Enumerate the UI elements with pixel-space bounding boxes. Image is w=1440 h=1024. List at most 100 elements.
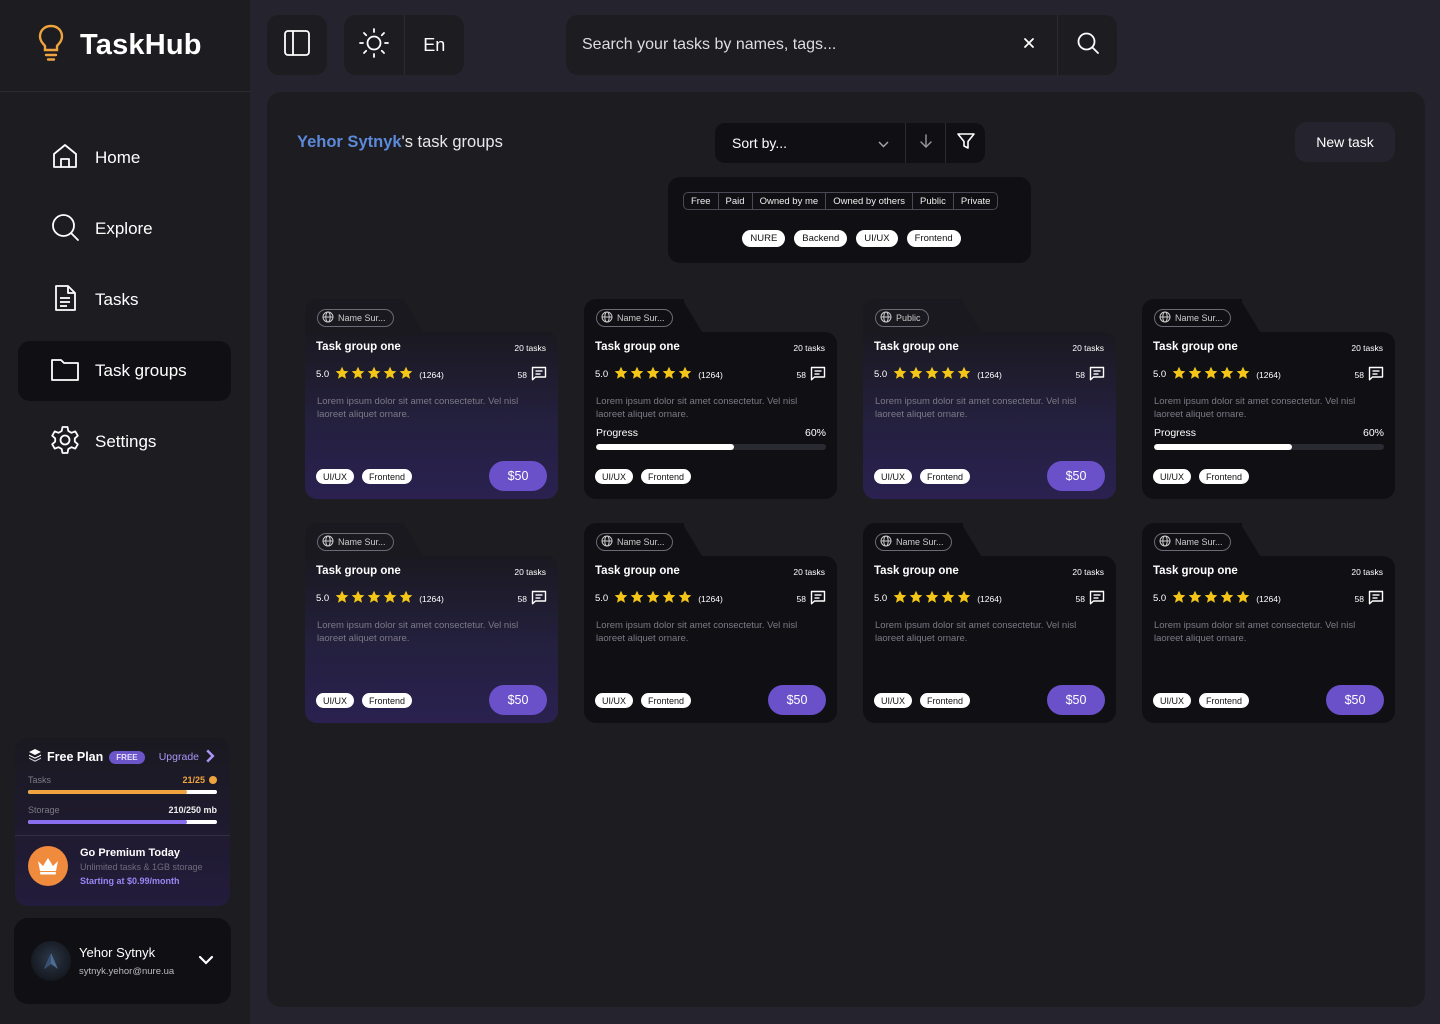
review-count: (1264): [977, 593, 1002, 604]
card-tags: UI/UX Frontend: [874, 693, 971, 708]
filter-segment-paid[interactable]: Paid: [719, 193, 753, 209]
tag[interactable]: UI/UX: [874, 693, 913, 708]
card-tab-slope: [674, 299, 704, 335]
chat-icon: [810, 366, 826, 383]
review-count: (1264): [1256, 369, 1281, 380]
tag[interactable]: UI/UX: [874, 469, 913, 484]
card-description: Lorem ipsum dolor sit amet consectetur. …: [875, 396, 1077, 420]
comments[interactable]: 58: [797, 590, 826, 607]
owner-pill[interactable]: Name Sur...: [1154, 533, 1231, 551]
tag[interactable]: UI/UX: [1153, 469, 1192, 484]
premium-promo[interactable]: Go Premium Today Unlimited tasks & 1GB s…: [28, 846, 217, 886]
tag[interactable]: Frontend: [920, 469, 971, 484]
sort-direction-button[interactable]: [906, 123, 945, 163]
upgrade-link[interactable]: Upgrade: [159, 749, 217, 766]
tag[interactable]: Frontend: [641, 693, 692, 708]
filter-segment-owned-by-others[interactable]: Owned by others: [826, 193, 914, 209]
card-tags: UI/UX Frontend: [1153, 693, 1250, 708]
card-tab-slope: [674, 523, 704, 559]
chevron-down-icon[interactable]: [198, 952, 214, 970]
tag[interactable]: Frontend: [641, 469, 692, 484]
tag[interactable]: Frontend: [920, 693, 971, 708]
task-group-card[interactable]: Public Task group one 20 tasks 5.0 (1264) 58 L…: [863, 299, 1116, 499]
tag[interactable]: UI/UX: [1153, 693, 1192, 708]
card-description: Lorem ipsum dolor sit amet consectetur. …: [875, 620, 1077, 644]
tag[interactable]: UI/UX: [595, 693, 634, 708]
task-group-card[interactable]: Name Sur... Task group one 20 tasks 5.0 (126…: [305, 523, 558, 723]
tag[interactable]: UI/UX: [316, 469, 355, 484]
tag[interactable]: Frontend: [362, 469, 413, 484]
task-group-card[interactable]: Name Sur... Task group one 20 tasks 5.0 (126…: [1142, 299, 1395, 499]
price-button[interactable]: $50: [1047, 685, 1105, 715]
nav-item-task-groups[interactable]: Task groups: [18, 341, 231, 401]
tag[interactable]: Frontend: [1199, 693, 1250, 708]
owner-link[interactable]: Yehor Sytnyk: [297, 133, 402, 151]
task-count: 20 tasks: [793, 567, 825, 577]
comments[interactable]: 58: [1355, 366, 1384, 383]
crown-icon: [28, 846, 68, 886]
toggle-sidebar-button[interactable]: [267, 15, 327, 75]
task-group-card[interactable]: Name Sur... Task group one 20 tasks 5.0 (126…: [305, 299, 558, 499]
search-button[interactable]: [1058, 15, 1117, 75]
comments[interactable]: 58: [797, 366, 826, 383]
user-menu[interactable]: Yehor Sytnyk sytnyk.yehor@nure.ua: [14, 918, 231, 1004]
owner-pill[interactable]: Name Sur...: [317, 533, 394, 551]
theme-toggle-button[interactable]: [344, 15, 404, 75]
filter-segment-owned-by-me[interactable]: Owned by me: [753, 193, 827, 209]
nav-item-home[interactable]: Home: [18, 128, 231, 188]
price-button[interactable]: $50: [1326, 685, 1384, 715]
tag[interactable]: Frontend: [1199, 469, 1250, 484]
filter-tag[interactable]: Frontend: [906, 230, 961, 247]
comments[interactable]: 58: [1076, 590, 1105, 607]
progress-fill: [1154, 444, 1292, 450]
filter-segment-free[interactable]: Free: [684, 193, 719, 209]
price-button[interactable]: $50: [1047, 461, 1105, 491]
search-input[interactable]: [566, 15, 1001, 75]
progress-value: 60%: [1362, 427, 1384, 439]
new-task-button[interactable]: New task: [1295, 122, 1395, 162]
tag[interactable]: UI/UX: [316, 693, 355, 708]
price-button[interactable]: $50: [489, 461, 547, 491]
owner-pill[interactable]: Public: [875, 309, 929, 327]
filter-tag[interactable]: Backend: [794, 230, 848, 247]
clear-search-button[interactable]: [1001, 15, 1057, 75]
owner-pill[interactable]: Name Sur...: [596, 309, 673, 327]
comment-count: 58: [1075, 593, 1085, 604]
sort-select[interactable]: Sort by...: [715, 123, 905, 163]
price-button[interactable]: $50: [768, 685, 826, 715]
comments[interactable]: 58: [1076, 366, 1105, 383]
comments[interactable]: 58: [518, 366, 547, 383]
filter-tag[interactable]: NURE: [742, 230, 786, 247]
star-icon: [614, 366, 628, 383]
language-button[interactable]: En: [404, 15, 464, 75]
nav-item-settings[interactable]: Settings: [18, 412, 231, 472]
tag[interactable]: Frontend: [362, 693, 413, 708]
globe-icon: [601, 535, 613, 549]
task-group-card[interactable]: Name Sur... Task group one 20 tasks 5.0 (126…: [1142, 523, 1395, 723]
nav-label: Explore: [95, 219, 153, 238]
comment-count: 58: [517, 369, 527, 380]
task-group-card[interactable]: Name Sur... Task group one 20 tasks 5.0 (126…: [863, 523, 1116, 723]
tag[interactable]: UI/UX: [595, 469, 634, 484]
filter-segment-private[interactable]: Private: [954, 193, 998, 209]
owner-pill[interactable]: Name Sur...: [875, 533, 952, 551]
comments[interactable]: 58: [518, 590, 547, 607]
premium-subtitle: Unlimited tasks & 1GB storage: [80, 861, 203, 872]
rating-value: 5.0: [595, 593, 609, 604]
chat-icon: [1089, 366, 1105, 383]
owner-pill[interactable]: Name Sur...: [596, 533, 673, 551]
rating: 5.0 (1264): [595, 366, 723, 383]
task-group-card[interactable]: Name Sur... Task group one 20 tasks 5.0 (126…: [584, 299, 837, 499]
price-button[interactable]: $50: [489, 685, 547, 715]
logo[interactable]: TaskHub: [0, 0, 250, 92]
rating: 5.0 (1264): [874, 366, 1002, 383]
comments[interactable]: 58: [1355, 590, 1384, 607]
task-group-card[interactable]: Name Sur... Task group one 20 tasks 5.0 (126…: [584, 523, 837, 723]
filter-button[interactable]: [946, 123, 985, 163]
owner-pill[interactable]: Name Sur...: [1154, 309, 1231, 327]
nav-item-tasks[interactable]: Tasks: [18, 270, 231, 330]
filter-segment-public[interactable]: Public: [913, 193, 954, 209]
nav-item-explore[interactable]: Explore: [18, 199, 231, 259]
filter-tag[interactable]: UI/UX: [856, 230, 898, 247]
owner-pill[interactable]: Name Sur...: [317, 309, 394, 327]
